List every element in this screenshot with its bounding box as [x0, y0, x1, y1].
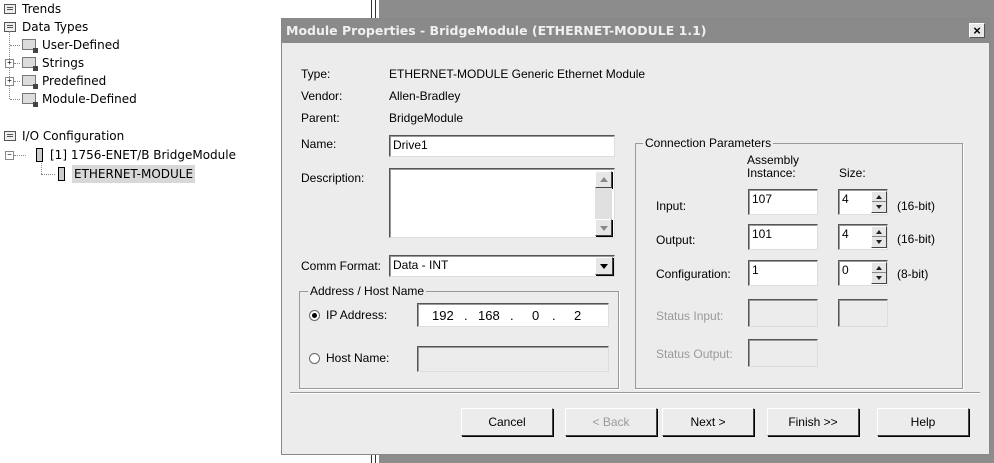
description-label: Description: [301, 171, 365, 185]
scrollbar-track[interactable] [595, 188, 612, 219]
status-output-label: Status Output: [656, 347, 733, 361]
folder-icon [4, 4, 16, 14]
tree-connector [14, 155, 26, 156]
configuration-label: Configuration: [656, 267, 731, 281]
arrow-down-icon [600, 226, 608, 231]
arrow-up-icon [600, 177, 608, 182]
parent-label: Parent: [301, 111, 340, 125]
tree-connector [14, 63, 20, 64]
tree-connector [10, 45, 20, 46]
folder-icon [4, 22, 16, 32]
data-type-icon [22, 75, 38, 89]
tree-connector [14, 81, 20, 82]
dropdown-button[interactable] [595, 257, 613, 275]
module-icon [58, 167, 65, 181]
status-input-size-field [838, 299, 888, 327]
folder-icon [4, 131, 16, 141]
cancel-button[interactable]: Cancel [461, 408, 553, 436]
scroll-up-button[interactable] [595, 171, 612, 188]
background-panel [379, 455, 994, 463]
output-unit: (16-bit) [897, 232, 936, 246]
comm-format-label: Comm Format: [301, 259, 382, 273]
vendor-value: Allen-Bradley [389, 89, 461, 103]
tree-connector [41, 174, 55, 175]
status-input-instance-field [748, 299, 818, 327]
ip-address-label: IP Address: [326, 308, 388, 322]
configuration-instance-field[interactable]: 1 [748, 260, 818, 286]
host-name-input[interactable] [417, 346, 609, 372]
output-size-spinner[interactable] [871, 226, 887, 248]
module-properties-dialog: Module Properties - BridgeModule (ETHERN… [281, 18, 990, 455]
tree-connector [41, 163, 42, 174]
vendor-label: Vendor: [301, 89, 343, 103]
dialog-title: Module Properties - BridgeModule (ETHERN… [286, 23, 707, 38]
configuration-size-spinner[interactable] [871, 262, 887, 284]
background-panel [990, 0, 994, 463]
tree-connector [9, 90, 10, 99]
output-label: Output: [656, 233, 696, 247]
type-label: Type: [301, 67, 331, 81]
assembly-header: Assembly [747, 153, 800, 167]
close-button[interactable]: × [969, 23, 985, 38]
input-instance-field[interactable]: 107 [748, 189, 818, 215]
host-name-radio[interactable] [309, 353, 320, 364]
output-instance-field[interactable]: 101 [748, 224, 818, 250]
project-tree: Trends Data Types User-Defined + Strings… [0, 0, 270, 463]
name-input[interactable]: Drive1 [389, 135, 615, 157]
input-label: Input: [656, 199, 687, 213]
next-button[interactable]: Next > [662, 408, 754, 436]
tree-connector [10, 99, 20, 100]
instance-header: Instance: [747, 166, 796, 180]
description-textarea[interactable] [389, 168, 615, 238]
expand-plus-icon[interactable]: + [5, 59, 14, 68]
address-group-title: Address / Host Name [308, 284, 427, 298]
name-label: Name: [301, 137, 337, 151]
back-button[interactable]: < Back [565, 408, 657, 436]
dialog-title-bar[interactable]: Module Properties - BridgeModule (ETHERN… [282, 19, 989, 43]
ip-address-input[interactable]: 192 . 168 . 0 . 2 [417, 303, 609, 327]
collapse-minus-icon[interactable]: − [5, 151, 14, 160]
connection-parameters-title: Connection Parameters [643, 136, 774, 150]
help-button[interactable]: Help [877, 408, 969, 436]
expand-plus-icon[interactable]: + [5, 77, 14, 86]
size-header: Size: [839, 166, 866, 180]
data-type-icon [22, 93, 38, 107]
status-input-label: Status Input: [656, 309, 724, 323]
status-output-instance-field [748, 339, 818, 367]
host-name-label: Host Name: [326, 351, 390, 365]
scroll-down-button[interactable] [595, 219, 612, 236]
finish-button[interactable]: Finish >> [767, 408, 859, 436]
module-icon [36, 148, 43, 162]
data-type-icon [22, 39, 38, 53]
type-value: ETHERNET-MODULE Generic Ethernet Module [389, 67, 646, 81]
dialog-separator [290, 392, 980, 394]
input-size-spinner[interactable] [871, 191, 887, 213]
configuration-unit: (8-bit) [897, 267, 929, 281]
input-unit: (16-bit) [897, 199, 936, 213]
parent-value: BridgeModule [389, 111, 464, 125]
background-panel [379, 0, 994, 18]
ip-address-radio[interactable] [309, 310, 320, 321]
chevron-down-icon [600, 264, 608, 269]
data-type-icon [22, 57, 38, 71]
comm-format-select[interactable]: Data - INT [389, 255, 615, 277]
